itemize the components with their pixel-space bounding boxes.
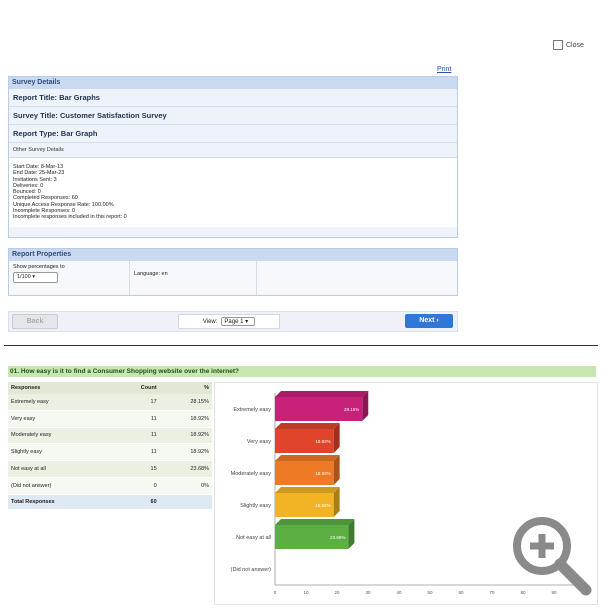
survey-details-panel: Survey Details Report Title: Bar Graphs … [8, 76, 458, 238]
category-label: Extremely easy [233, 407, 271, 413]
response-pct: 23.68% [159, 460, 212, 478]
response-count: 11 [113, 427, 160, 445]
close-label: Close [566, 41, 584, 49]
category-label: (Did not answer) [231, 567, 272, 573]
response-count: 17 [113, 394, 160, 411]
category-label: Slightly easy [240, 503, 271, 509]
response-pct: 0% [159, 477, 212, 495]
col-pct: % [159, 382, 212, 394]
category-label: Not easy at all [236, 535, 271, 541]
table-row: Not easy at all 15 23.68% [8, 460, 212, 478]
response-pct: 18.92% [159, 427, 212, 445]
response-pct: 18.92% [159, 443, 212, 462]
response-count: 0 [113, 477, 160, 495]
table-row: Extremely easy 17 28.15% [8, 394, 212, 411]
response-label: Moderately easy [8, 427, 114, 445]
response-label: (Did not answer) [8, 477, 114, 495]
percentages-select[interactable]: 1/100 ▾ [13, 272, 58, 283]
response-count: 11 [113, 443, 160, 462]
bar-top [275, 487, 340, 493]
response-count: 11 [113, 410, 160, 428]
survey-title: Survey Title: Customer Satisfaction Surv… [9, 107, 457, 125]
x-tick-label: 10 [303, 590, 309, 595]
bar-top [275, 455, 340, 461]
response-label: Very easy [8, 410, 114, 428]
data-label: 18.92% [315, 471, 330, 476]
language-label: Language: en [130, 261, 257, 295]
response-label: Extremely easy [8, 394, 114, 411]
bar-top [275, 519, 355, 525]
view-label: View: [202, 318, 218, 325]
x-tick-label: 0 [274, 590, 277, 595]
table-row: Moderately easy 11 18.92% [8, 427, 212, 445]
report-properties-heading: Report Properties [9, 249, 457, 261]
next-button[interactable]: Next › [405, 314, 453, 328]
survey-details-heading: Survey Details [9, 77, 457, 89]
data-label: 18.92% [315, 503, 330, 508]
question-title: 01. How easy is it to find a Consumer Sh… [8, 366, 596, 377]
zoom-icon[interactable] [506, 510, 596, 600]
response-pct: 28.15% [159, 394, 212, 411]
x-tick-label: 30 [365, 590, 371, 595]
divider [4, 345, 598, 346]
print-link[interactable]: Print [437, 66, 451, 73]
back-button[interactable]: Back [12, 314, 58, 329]
x-tick-label: 20 [334, 590, 340, 595]
category-label: Very easy [247, 439, 271, 445]
category-label: Moderately easy [231, 471, 272, 477]
detail-line: Incomplete responses included in this re… [13, 214, 127, 221]
total-count: 60 [113, 494, 160, 510]
responses-table: Responses Count % Extremely easy 17 28.1… [8, 382, 212, 510]
total-label: Total Responses [8, 494, 114, 510]
x-tick-label: 70 [489, 590, 495, 595]
x-tick-label: 60 [458, 590, 464, 595]
bar-top [275, 391, 369, 397]
page-select[interactable]: Page 1 ▾ [221, 317, 256, 326]
table-row: (Did not answer) 0 0% [8, 477, 212, 495]
page-view-control: View: Page 1 ▾ [178, 314, 280, 329]
table-row: Very easy 11 18.92% [8, 410, 212, 428]
response-label: Not easy at all [8, 460, 114, 478]
col-count: Count [113, 382, 160, 394]
response-pct: 18.92% [159, 410, 212, 428]
col-responses: Responses [8, 382, 114, 394]
data-label: 28.15% [344, 407, 359, 412]
survey-details-list: Start Date: 8-Mar-13 End Date: 25-Mar-23… [9, 158, 457, 227]
response-count: 15 [113, 460, 160, 478]
report-title: Report Title: Bar Graphs [9, 89, 457, 107]
data-label: 18.92% [315, 439, 330, 444]
total-row: Total Responses 60 [8, 494, 212, 510]
response-label: Slightly easy [8, 443, 114, 462]
other-survey-details-label: Other Survey Details [9, 143, 457, 158]
table-header: Responses Count % [8, 382, 212, 394]
x-tick-label: 40 [396, 590, 402, 595]
report-properties-panel: Report Properties Show percentages to 1/… [8, 248, 458, 296]
x-tick-label: 50 [427, 590, 433, 595]
show-percentages-label: Show percentages to [13, 264, 65, 270]
close-icon [553, 40, 563, 50]
report-type: Report Type: Bar Graph [9, 125, 457, 143]
close-button[interactable]: Close [553, 40, 584, 50]
data-label: 23.68% [330, 535, 345, 540]
table-row: Slightly easy 11 18.92% [8, 443, 212, 462]
bar-top [275, 423, 340, 429]
